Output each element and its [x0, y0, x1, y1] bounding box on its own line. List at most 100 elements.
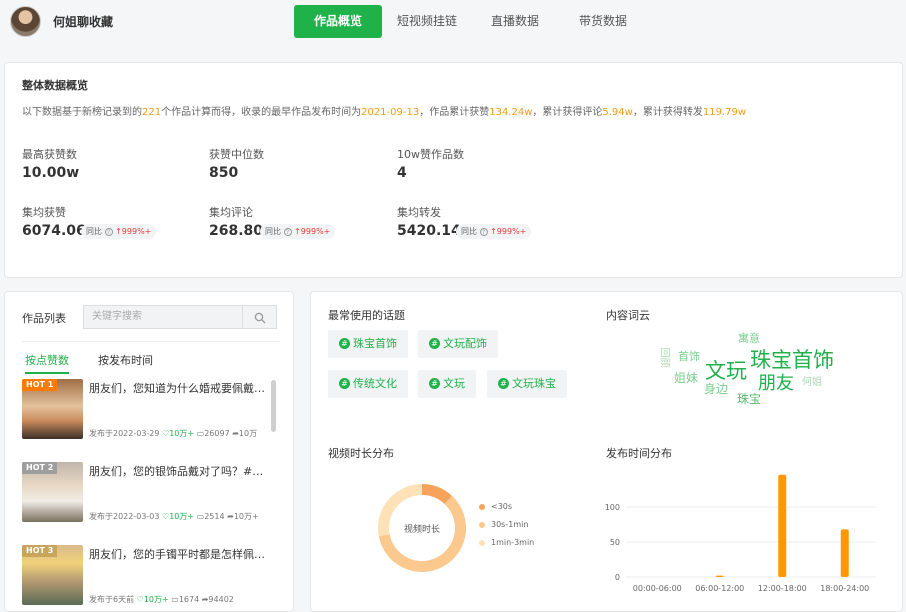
list-item[interactable]: HOT 1 朋友们，您知道为什么婚戒要佩戴在... 发布于2022-03-29 … [22, 379, 269, 455]
metric-value-avg-comments: 268.80 [209, 223, 264, 239]
metric-label-median-likes: 获赞中位数 [209, 148, 264, 161]
wordcloud-word: 首饰 [678, 350, 700, 363]
x-tick-label: 00:00-06:00 [633, 584, 682, 593]
wordcloud-word: 寓意 [738, 332, 760, 345]
help-icon[interactable]: ? [283, 227, 292, 236]
legend-dot [479, 503, 485, 510]
list-item[interactable]: HOT 2 朋友们，您的银饰品戴对了吗？#文... 发布于2022-03-03 … [22, 462, 269, 538]
wordcloud-word: 回顾 [658, 347, 670, 368]
works-list-panel: 作品列表 关键字搜索 按点赞数 按发布时间 HOT 1 朋友们，您知道为什么婚戒… [4, 291, 294, 612]
bar[interactable] [778, 474, 787, 577]
topic-label: 文玩 [443, 377, 465, 390]
desc-text: 以下数据基于新榜记录到的 [22, 107, 142, 118]
topic-label: 传统文化 [353, 377, 397, 390]
list-item[interactable]: HOT 3 朋友们，您的手镯平时都是怎样佩戴... 发布于6天前 ♡10万+ ▭… [22, 545, 269, 611]
search-icon [254, 312, 266, 324]
like-count: 10万+ [169, 429, 195, 438]
metric-value-avg-likes: 6074.06 [22, 223, 86, 239]
metric-label-10w-works: 10w赞作品数 [397, 148, 464, 161]
publish-date: 发布于2022-03-29 [89, 429, 160, 438]
video-thumbnail[interactable]: HOT 1 [22, 379, 83, 439]
legend-item: 30s-1min [479, 520, 528, 529]
analytics-panel: 最常使用的话题 # 珠宝首饰 # 文玩配饰 # 传统文化 # 文玩 # 文玩珠宝 内容词云… [310, 291, 903, 612]
sort-by-time-tab[interactable]: 按发布时间 [98, 352, 153, 368]
overview-panel: 整体数据概览 以下数据基于新榜记录到的221个作品计算而得，收录的最早作品发布时… [4, 62, 903, 278]
wordcloud-title: 内容词云 [606, 309, 650, 322]
bar[interactable] [840, 529, 849, 577]
wordcloud-word: 珠宝 [737, 392, 762, 406]
share-count: 94402 [208, 595, 234, 604]
y-tick-label: 100 [605, 503, 620, 512]
metric-value-10w-works: 4 [397, 165, 407, 181]
wordcloud-word: 姐妹 [674, 371, 699, 385]
topic-label: 文玩珠宝 [512, 377, 556, 390]
tab-works-overview[interactable]: 作品概览 [294, 5, 382, 38]
work-title[interactable]: 朋友们，您的银饰品戴对了吗？#文... [89, 463, 269, 479]
overview-description: 以下数据基于新榜记录到的221个作品计算而得，收录的最早作品发布时间为2021-… [22, 103, 746, 118]
arrow-up-icon: ↑ [294, 227, 301, 236]
topic-tag[interactable]: # 传统文化 [328, 370, 408, 398]
legend-dot [479, 539, 485, 546]
like-count: 10万+ [143, 595, 169, 604]
yoy-label: 同比 [86, 227, 102, 236]
publish-date: 发布于6天前 [89, 595, 135, 604]
avatar[interactable] [10, 6, 41, 37]
comment-icon: ▭ [171, 595, 179, 604]
work-title[interactable]: 朋友们，您的手镯平时都是怎样佩戴... [89, 546, 269, 562]
y-tick-label: 50 [610, 538, 620, 547]
works-list-title: 作品列表 [22, 312, 66, 325]
topic-tag[interactable]: # 珠宝首饰 [328, 330, 408, 358]
video-thumbnail[interactable]: HOT 3 [22, 545, 83, 605]
wordcloud-word: 朋友 [758, 373, 794, 394]
metric-label-avg-shares: 集均转发 [397, 206, 441, 219]
list-scrollbar[interactable] [271, 380, 276, 432]
tab-short-video-links[interactable]: 短视频挂链 [392, 5, 462, 38]
desc-text: 个作品计算而得，收录的最早作品发布时间为 [161, 107, 362, 118]
heart-icon: ♡ [136, 595, 144, 604]
hot-badge: HOT 2 [22, 462, 58, 474]
topic-tag[interactable]: # 文玩珠宝 [487, 370, 567, 398]
wordcloud-word: 身边 [704, 382, 729, 396]
wordcloud-word: 何姐 [802, 377, 822, 388]
total-likes: 134.24w [489, 107, 533, 118]
earliest-date: 2021-09-13 [361, 107, 420, 118]
arrow-up-icon: ↑ [115, 227, 122, 236]
metric-value-max-likes: 10.00w [22, 165, 80, 181]
work-title[interactable]: 朋友们，您知道为什么婚戒要佩戴在... [89, 380, 269, 396]
overview-title: 整体数据概览 [22, 79, 88, 92]
metric-value-avg-shares: 5420.14 [397, 223, 461, 239]
comment-count: 2514 [204, 512, 225, 521]
sort-by-likes-tab[interactable]: 按点赞数 [25, 352, 69, 374]
yoy-badge: 同比 ? ↑999%+ [456, 224, 532, 239]
total-shares: 119.79w [702, 107, 747, 118]
total-comments: 5.94w [602, 107, 633, 118]
help-icon[interactable]: ? [104, 227, 113, 236]
share-count: 10万+ [233, 512, 259, 521]
tab-live-data[interactable]: 直播数据 [480, 5, 550, 38]
search-input[interactable]: 关键字搜索 [83, 305, 243, 329]
topic-tag[interactable]: # 文玩配饰 [418, 330, 498, 358]
help-icon[interactable]: ? [479, 227, 488, 236]
x-tick-label: 06:00-12:00 [695, 584, 744, 593]
hashtag-icon: # [429, 377, 440, 389]
publish-time-bar-chart: 0 50 100 00:00-06:00 06:00-12:00 12:00-18:00 1… [605, 474, 876, 593]
top-header: 何姐聊收藏 作品概览 短视频挂链 直播数据 带货数据 [0, 0, 906, 46]
x-tick-label: 12:00-18:00 [758, 584, 807, 593]
duration-title: 视频时长分布 [328, 447, 394, 460]
like-count: 10万+ [169, 512, 195, 521]
publish-date: 发布于2022-03-03 [89, 512, 160, 521]
x-tick-label: 18:00-24:00 [820, 584, 869, 593]
metric-value-median-likes: 850 [209, 165, 239, 181]
search-button[interactable] [242, 305, 277, 329]
divider [22, 341, 280, 342]
topic-tag[interactable]: # 文玩 [418, 370, 476, 398]
yoy-value: 999%+ [121, 227, 152, 236]
desc-text: ，累计获得评论 [532, 107, 603, 118]
video-thumbnail[interactable]: HOT 2 [22, 462, 83, 522]
tab-sales-data[interactable]: 带货数据 [568, 5, 638, 38]
metric-label-max-likes: 最高获赞数 [22, 148, 77, 161]
publish-time-title: 发布时间分布 [606, 447, 672, 460]
hot-badge: HOT 3 [22, 545, 58, 557]
donut-center-label: 视频时长 [403, 525, 440, 535]
bar[interactable] [715, 575, 724, 577]
